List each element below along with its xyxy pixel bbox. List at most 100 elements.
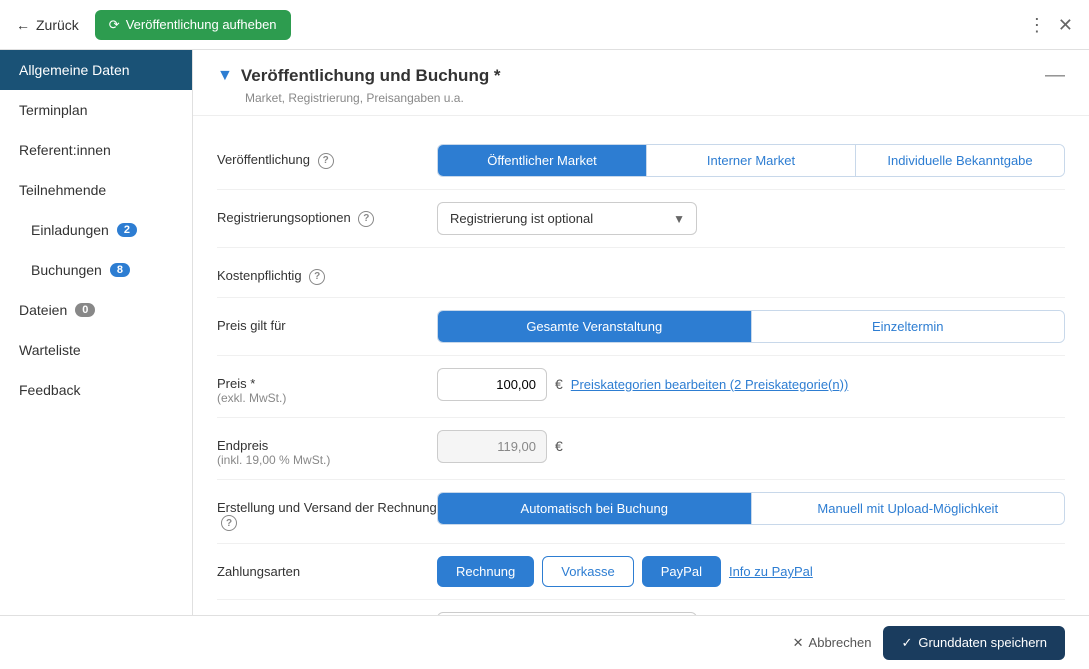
section-minimize-icon[interactable]: — <box>1045 64 1065 87</box>
endpreis-currency: € <box>555 438 563 454</box>
rechnung-btn-group: Automatisch bei Buchung Manuell mit Uplo… <box>437 492 1065 525</box>
preis-currency: € <box>555 376 563 392</box>
section-card: ▼ Veröffentlichung und Buchung * — Marke… <box>193 50 1089 615</box>
sidebar-item-label: Feedback <box>19 382 80 398</box>
sidebar-item-dateien[interactable]: Dateien 0 <box>0 290 192 330</box>
sidebar-item-warteliste[interactable]: Warteliste <box>0 330 192 370</box>
section-collapse-icon[interactable]: ▼ <box>217 67 233 85</box>
main-layout: Allgemeine Daten Terminplan Referent:innen… <box>0 50 1089 615</box>
registrierung-label: Registrierungsoptionen ? <box>217 202 437 227</box>
sidebar-item-terminplan[interactable]: Terminplan <box>0 90 192 130</box>
zahlungsarten-row: Zahlungsarten Rechnung Vorkasse PayPal I… <box>217 544 1065 600</box>
endpreis-control: € <box>437 430 1065 463</box>
sidebar-badge-dateien: 0 <box>75 303 95 317</box>
veroeffentlichung-individuell-btn[interactable]: Individuelle Bekanntgabe <box>856 145 1064 176</box>
preis-kategorien-link[interactable]: Preiskategorien bearbeiten (2 Preiskateg… <box>571 377 848 392</box>
endpreis-label: Endpreis (inkl. 19,00 % MwSt.) <box>217 430 437 467</box>
paypal-info-link[interactable]: Info zu PayPal <box>729 564 813 579</box>
rechnung-control: Automatisch bei Buchung Manuell mit Uplo… <box>437 492 1065 525</box>
form-area: Veröffentlichung ? Öffentlicher Market I… <box>193 116 1089 615</box>
back-button[interactable]: ← Zurück <box>16 17 79 33</box>
registrierung-select[interactable]: Registrierung ist optional <box>437 202 697 235</box>
veroeffentlichung-help-icon[interactable]: ? <box>318 153 334 169</box>
sidebar-item-allgemeine-daten[interactable]: Allgemeine Daten <box>0 50 192 90</box>
back-arrow-icon: ← <box>16 17 30 33</box>
zahlung-vorkasse-btn[interactable]: Vorkasse <box>542 556 633 587</box>
endpreis-sublabel: (inkl. 19,00 % MwSt.) <box>217 453 437 467</box>
zahlungsziel-row: Zahlungsziel bei Zahlung per Rechnung 14… <box>217 600 1065 615</box>
sidebar-item-buchungen[interactable]: Buchungen 8 <box>0 250 192 290</box>
preis-gilt-fuer-row: Preis gilt für Gesamte Veranstaltung Ein… <box>217 298 1065 356</box>
sidebar-item-label: Dateien <box>19 302 67 318</box>
zahlungsziel-select[interactable]: 14 Tage 7 Tage 30 Tage <box>437 612 697 615</box>
sidebar-item-label: Einladungen <box>31 222 109 238</box>
preis-gesamt-btn[interactable]: Gesamte Veranstaltung <box>438 311 752 342</box>
close-button[interactable]: ✕ <box>1058 16 1073 34</box>
registrierung-help-icon[interactable]: ? <box>358 211 374 227</box>
sidebar-item-label: Allgemeine Daten <box>19 62 130 78</box>
top-bar-left: ← Zurück ⟳ Veröffentlichung aufheben <box>16 10 291 40</box>
veroeffentlichung-oeffentlich-btn[interactable]: Öffentlicher Market <box>438 145 647 176</box>
sidebar-item-label: Warteliste <box>19 342 81 358</box>
preis-einzeltermin-btn[interactable]: Einzeltermin <box>752 311 1065 342</box>
kostenpflichtig-control <box>437 260 1065 276</box>
publish-label: Veröffentlichung aufheben <box>126 17 277 32</box>
kostenpflichtig-help-icon[interactable]: ? <box>309 269 325 285</box>
preis-label: Preis * (exkl. MwSt.) <box>217 368 437 405</box>
veroeffentlichung-intern-btn[interactable]: Interner Market <box>647 145 856 176</box>
back-label: Zurück <box>36 17 79 33</box>
rechnung-automatisch-btn[interactable]: Automatisch bei Buchung <box>438 493 752 524</box>
top-bar-right: ⋮ ✕ <box>1028 16 1073 34</box>
sidebar-badge-buchungen: 8 <box>110 263 130 277</box>
cancel-label: Abbrechen <box>809 635 872 650</box>
sidebar-item-label: Teilnehmende <box>19 182 106 198</box>
rechnung-row: Erstellung und Versand der Rechnung ? Au… <box>217 480 1065 545</box>
rechnung-label: Erstellung und Versand der Rechnung ? <box>217 492 437 532</box>
sidebar-item-feedback[interactable]: Feedback <box>0 370 192 410</box>
top-bar: ← Zurück ⟳ Veröffentlichung aufheben ⋮ ✕ <box>0 0 1089 50</box>
sidebar-item-einladungen[interactable]: Einladungen 2 <box>0 210 192 250</box>
footer-bar: ✕ Abbrechen ✓ Grunddaten speichern <box>0 615 1089 669</box>
kostenpflichtig-label: Kostenpflichtig ? <box>217 260 437 285</box>
zahlungsarten-buttons: Rechnung Vorkasse PayPal Info zu PayPal <box>437 556 1065 587</box>
content-area: ▼ Veröffentlichung und Buchung * — Marke… <box>193 50 1089 615</box>
preis-input-group: € Preiskategorien bearbeiten (2 Preiskat… <box>437 368 1065 401</box>
veroeffentlichung-label: Veröffentlichung ? <box>217 144 437 169</box>
sidebar-item-label: Referent:innen <box>19 142 111 158</box>
sidebar-item-label: Terminplan <box>19 102 87 118</box>
sidebar-item-label: Buchungen <box>31 262 102 278</box>
save-button[interactable]: ✓ Grunddaten speichern <box>883 626 1065 660</box>
registrierung-row: Registrierungsoptionen ? Registrierung i… <box>217 190 1065 248</box>
zahlung-rechnung-btn[interactable]: Rechnung <box>437 556 534 587</box>
preis-gilt-fuer-control: Gesamte Veranstaltung Einzeltermin <box>437 310 1065 343</box>
endpreis-input[interactable] <box>437 430 547 463</box>
save-check-icon: ✓ <box>901 635 912 651</box>
zahlungsarten-label: Zahlungsarten <box>217 556 437 579</box>
section-header-row: ▼ Veröffentlichung und Buchung * — <box>193 50 1089 87</box>
zahlungsarten-control: Rechnung Vorkasse PayPal Info zu PayPal <box>437 556 1065 587</box>
veroeffentlichung-control: Öffentlicher Market Interner Market Indi… <box>437 144 1065 177</box>
veroeffentlichung-btn-group: Öffentlicher Market Interner Market Indi… <box>437 144 1065 177</box>
rechnung-help-icon[interactable]: ? <box>221 515 237 531</box>
endpreis-input-group: € <box>437 430 1065 463</box>
sidebar-item-referentinnen[interactable]: Referent:innen <box>0 130 192 170</box>
cancel-button[interactable]: ✕ Abbrechen <box>793 635 872 651</box>
sidebar-badge-einladungen: 2 <box>117 223 137 237</box>
preis-control: € Preiskategorien bearbeiten (2 Preiskat… <box>437 368 1065 401</box>
section-title: ▼ Veröffentlichung und Buchung * <box>217 66 501 86</box>
registrierung-select-wrapper: Registrierung ist optional ▼ <box>437 202 697 235</box>
sidebar-item-teilnehmende[interactable]: Teilnehmende <box>0 170 192 210</box>
preis-sublabel: (exkl. MwSt.) <box>217 391 437 405</box>
section-title-text: Veröffentlichung und Buchung * <box>241 66 501 86</box>
preis-row: Preis * (exkl. MwSt.) € Preiskategorien … <box>217 356 1065 418</box>
cancel-icon: ✕ <box>793 635 804 651</box>
more-button[interactable]: ⋮ <box>1028 16 1046 34</box>
kostenpflichtig-row: Kostenpflichtig ? <box>217 248 1065 298</box>
publish-button[interactable]: ⟳ Veröffentlichung aufheben <box>95 10 291 40</box>
rechnung-manuell-btn[interactable]: Manuell mit Upload-Möglichkeit <box>752 493 1065 524</box>
preis-input[interactable] <box>437 368 547 401</box>
publish-icon: ⟳ <box>109 17 120 33</box>
zahlung-paypal-btn[interactable]: PayPal <box>642 556 721 587</box>
preis-gilt-fuer-label: Preis gilt für <box>217 310 437 333</box>
zahlungsziel-select-wrapper: 14 Tage 7 Tage 30 Tage ▼ <box>437 612 697 615</box>
